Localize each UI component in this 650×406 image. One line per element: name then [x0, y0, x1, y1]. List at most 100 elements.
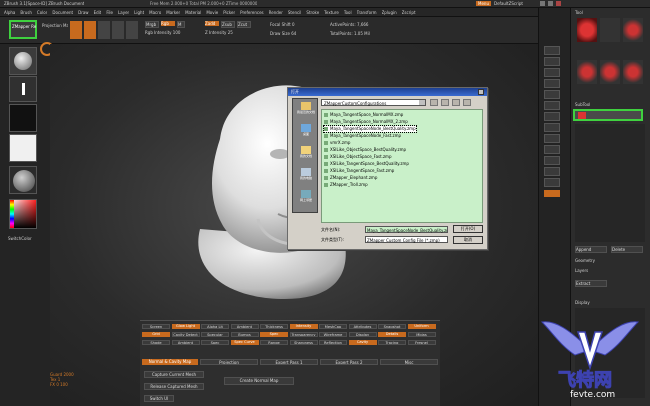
zmapper-option[interactable]: Cavity [348, 340, 377, 345]
file-row[interactable]: ZMapper_Troll.zmp [324, 182, 368, 188]
zmapper-option[interactable]: Uniform [407, 324, 436, 329]
file-list[interactable]: Maya_TangentSpace_NormalMX.zmp Maya_Tange… [321, 109, 483, 223]
menu-item[interactable]: Stencil [288, 10, 302, 16]
close-icon[interactable] [556, 1, 561, 6]
menu-item[interactable]: Zscript [402, 10, 416, 16]
file-row[interactable]: XSILike_TangentSpace_Fast.zmp [324, 168, 394, 174]
zmapper-option[interactable]: Transparency [289, 332, 318, 337]
zmapper-option[interactable]: Bumps [230, 332, 259, 337]
zmapper-option[interactable]: Screen [142, 324, 170, 329]
default-zscript-button[interactable]: DefaultZScript [494, 1, 523, 6]
menu-item[interactable]: File [106, 10, 113, 16]
zmapper-option[interactable]: Grid [142, 332, 170, 337]
zmapper-option[interactable]: Cavity Detect [171, 332, 200, 337]
zmapper-option[interactable]: Spec Curve [230, 340, 259, 345]
new-folder-icon[interactable] [452, 99, 460, 106]
switch-color-label[interactable]: SwitchColor [8, 236, 42, 241]
actual-icon[interactable] [544, 68, 560, 77]
menu-item[interactable]: Tool [344, 10, 352, 16]
menu-item[interactable]: Zplugin [382, 10, 397, 16]
subtool-active-item[interactable] [573, 109, 643, 121]
zadd-button[interactable]: Zadd [205, 21, 219, 26]
zmapper-tab[interactable]: Expert Pass 1 [260, 359, 318, 365]
tool-thumbnail[interactable] [600, 59, 620, 84]
cancel-button[interactable]: 取消 [453, 236, 483, 244]
rgb-intensity-slider[interactable]: Rgb Intensity 100 [145, 30, 195, 35]
menu-item[interactable]: Document [52, 10, 73, 16]
append-button[interactable]: Append [575, 246, 607, 253]
switch-ui-button[interactable]: Switch UI [144, 395, 174, 402]
rgb-button[interactable]: Rgb [161, 21, 175, 26]
subtool-list[interactable] [575, 124, 645, 242]
file-row[interactable]: Maya_TangentSpaceNode_Fast.zmp [324, 133, 401, 139]
layers-section-label[interactable]: Layers [575, 268, 588, 273]
zmapper-option[interactable]: Tracing [378, 340, 406, 345]
menu-item[interactable]: Light [134, 10, 144, 16]
tool-thumbnail[interactable] [623, 18, 643, 42]
edit-tool-button[interactable] [70, 21, 82, 39]
z-intensity-slider[interactable]: Z Intensity 25 [205, 30, 255, 35]
zmapper-option[interactable]: Wireframe [319, 332, 347, 337]
menu-item[interactable]: Material [185, 10, 201, 16]
filetype-select[interactable]: ZMapper Custom Config File (*.zmp) [365, 236, 448, 243]
menu-item[interactable]: Edit [94, 10, 102, 16]
zmapper-tab[interactable]: Misc [380, 359, 438, 365]
zmapper-option[interactable]: Specular [201, 332, 229, 337]
file-row[interactable]: ZMapper_Elephant.zmp [324, 175, 377, 181]
zmapper-option[interactable]: Thickness [260, 324, 288, 329]
back-icon[interactable] [430, 99, 438, 106]
zmapper-option[interactable]: Reflection [319, 340, 347, 345]
minimize-icon[interactable] [540, 1, 545, 6]
alpha-thumbnail[interactable] [9, 104, 37, 132]
move-icon[interactable] [544, 145, 560, 154]
zmapper-option[interactable]: Spec [201, 340, 229, 345]
release-captured-mesh-button[interactable]: Release Captured Mesh [144, 383, 204, 390]
floor-icon[interactable] [544, 101, 560, 110]
zmapper-option[interactable]: Intensity [289, 324, 318, 329]
m-button[interactable]: M [177, 21, 185, 28]
menu-item[interactable]: Macro [149, 10, 161, 16]
display-section-label[interactable]: Display [575, 300, 590, 305]
zmapper-option[interactable]: Range [260, 340, 288, 345]
file-row[interactable]: XSILike_ObjectSpace_BestQuality.zmp [324, 147, 406, 153]
desktop-place[interactable]: 桌面 [296, 124, 316, 144]
zmapper-button[interactable]: ZMapper Rev E [9, 20, 37, 39]
tool-thumbnail[interactable] [577, 59, 597, 84]
zsub-button[interactable]: Zsub [221, 21, 235, 28]
my-computer-place[interactable]: 我的电脑 [296, 168, 316, 188]
zmapper-option[interactable]: Mbias [407, 332, 436, 337]
zmapper-option[interactable]: Alpha Lit [201, 324, 229, 329]
menu-item[interactable]: Layer [118, 10, 129, 16]
file-row[interactable]: Maya_TangentSpace_NormalMX_2.zmp [324, 119, 408, 125]
tool-thumbnail[interactable] [600, 18, 620, 42]
recent-documents-place[interactable]: 我最近的文档 [296, 102, 316, 122]
file-row[interactable]: Maya_TangentSpaceNode_BestQuality.zmp [323, 125, 417, 133]
menu-item[interactable]: Marker [166, 10, 180, 16]
menu-item[interactable]: Brush [20, 10, 32, 16]
stroke-thumbnail[interactable] [9, 76, 37, 102]
color-picker[interactable] [9, 199, 37, 229]
rotate-icon[interactable] [544, 167, 560, 176]
extract-button[interactable]: Extract [575, 280, 607, 287]
draw-size-slider[interactable]: Draw Size 64 [270, 31, 310, 36]
file-row[interactable]: Maya_TangentSpace_NormalMX.zmp [324, 112, 403, 118]
projection-master-button[interactable]: Projection Master [42, 23, 68, 28]
rotate-tool-button[interactable] [126, 21, 138, 39]
file-row[interactable]: XSILike_TangentSpace_BestQuality.zmp [324, 161, 409, 167]
zmapper-option[interactable]: Shade [142, 340, 170, 345]
local-icon[interactable] [544, 112, 560, 121]
draw-tool-button[interactable] [84, 21, 96, 39]
menu-item[interactable]: Color [37, 10, 47, 16]
zmapper-option[interactable]: Spec [260, 332, 288, 337]
aahalf-icon[interactable] [544, 79, 560, 88]
material-thumbnail[interactable] [9, 166, 37, 194]
network-place[interactable]: 网上邻居 [296, 190, 316, 210]
geometry-section-label[interactable]: Geometry [575, 258, 595, 263]
tool-thumbnail[interactable] [577, 18, 597, 42]
zmapper-tab[interactable]: Projection [200, 359, 258, 365]
zmapper-option[interactable]: Ambient [171, 340, 200, 345]
xyz-icon[interactable] [544, 123, 560, 132]
menu-item[interactable]: Preferences [240, 10, 264, 16]
menu-item[interactable]: Picker [223, 10, 235, 16]
file-row[interactable]: XSILike_ObjectSpace_Fast.zmp [324, 154, 392, 160]
